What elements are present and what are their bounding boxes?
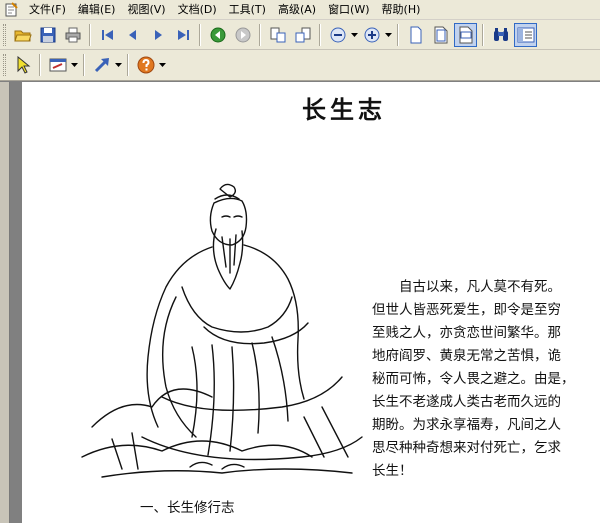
zoom-in-dropdown[interactable] xyxy=(384,23,393,47)
go-forward-button[interactable] xyxy=(231,23,254,47)
body-line: 地府阎罗、黄泉无常之苦惧，诡 xyxy=(372,348,561,364)
zoom-in-icon xyxy=(364,27,379,42)
next-page-button[interactable] xyxy=(146,23,169,47)
go-back-button[interactable] xyxy=(206,23,229,47)
single-page-icon xyxy=(410,26,421,43)
body-line: 但世人皆恶死爱生，即令是至穷 xyxy=(372,302,561,318)
toolbar-separator xyxy=(482,23,484,46)
section-heading: 一、长生修行志 xyxy=(140,500,235,516)
toolbar-separator xyxy=(259,23,261,46)
rotate-counterclockwise-button[interactable] xyxy=(291,23,314,47)
menu-edit[interactable]: 编辑(E) xyxy=(72,0,122,20)
zoom-out-button[interactable] xyxy=(326,23,349,47)
fit-width-icon xyxy=(459,26,472,43)
open-button[interactable] xyxy=(11,23,34,47)
rotate-counterclockwise-icon xyxy=(295,27,310,42)
annotation-dropdown[interactable] xyxy=(70,53,79,77)
menu-file[interactable]: 文件(F) xyxy=(23,0,72,20)
annotation-tool-button[interactable] xyxy=(46,53,69,77)
fit-page-icon xyxy=(434,26,447,43)
document-viewport[interactable]: 长生志 自古以来，凡人莫不有死。 但世人皆恶死爱生，即令是至穷 至贱之人，亦贪恋… xyxy=(0,82,600,523)
menu-bar: 文件(F) 编辑(E) 视图(V) 文档(D) 工具(T) 高级(A) 窗口(W… xyxy=(0,0,600,20)
toolbar-separator xyxy=(319,23,321,46)
print-button[interactable] xyxy=(61,23,84,47)
menu-window[interactable]: 窗口(W) xyxy=(322,0,375,20)
toolbar-separator xyxy=(127,54,129,76)
app-document-icon xyxy=(3,1,19,18)
fit-width-button[interactable] xyxy=(454,22,477,47)
previous-page-icon xyxy=(128,29,136,40)
zoom-out-dropdown[interactable] xyxy=(350,23,359,47)
link-arrow-icon xyxy=(94,58,109,73)
last-page-icon xyxy=(177,29,189,40)
menu-tools[interactable]: 工具(T) xyxy=(223,0,272,20)
next-page-icon xyxy=(154,29,162,40)
toolbar-separator xyxy=(397,23,399,46)
binoculars-icon xyxy=(493,27,508,41)
find-button[interactable] xyxy=(489,23,512,47)
menu-document[interactable]: 文档(D) xyxy=(172,0,223,20)
toolbar-separator xyxy=(89,23,91,46)
rotate-clockwise-icon xyxy=(270,27,285,42)
link-tool-button[interactable] xyxy=(90,53,113,77)
menu-advanced[interactable]: 高级(A) xyxy=(272,0,322,20)
help-button[interactable] xyxy=(134,53,157,77)
single-page-button[interactable] xyxy=(404,23,427,47)
menu-help[interactable]: 帮助(H) xyxy=(376,0,427,20)
zoom-in-button[interactable] xyxy=(360,23,383,47)
sage-illustration xyxy=(81,183,363,478)
help-icon xyxy=(137,56,154,74)
body-line: 至贱之人，亦贪恋世间繁华。那 xyxy=(372,325,561,341)
toolbar-grip[interactable] xyxy=(3,54,6,76)
toolbar-separator xyxy=(39,54,41,76)
select-arrow-icon xyxy=(17,56,30,74)
first-page-button[interactable] xyxy=(96,23,119,47)
folder-open-icon xyxy=(13,30,32,41)
document-page: 长生志 自古以来，凡人莫不有死。 但世人皆恶死爱生，即令是至穷 至贱之人，亦贪恋… xyxy=(22,82,600,523)
link-dropdown[interactable] xyxy=(114,53,123,77)
go-forward-icon xyxy=(235,27,250,42)
body-line: 期盼。为求永享福寿，凡间之人 xyxy=(372,417,561,433)
select-tool-button[interactable] xyxy=(11,53,34,77)
toolbar-separator xyxy=(199,23,201,46)
rotate-clockwise-button[interactable] xyxy=(266,23,289,47)
print-icon xyxy=(65,27,80,42)
toolbar-grip[interactable] xyxy=(3,23,6,46)
secondary-toolbar xyxy=(0,50,600,81)
first-page-icon xyxy=(101,29,113,40)
main-toolbar xyxy=(0,20,600,50)
help-dropdown[interactable] xyxy=(158,53,167,77)
body-paragraph: 自古以来，凡人莫不有死。 但世人皆恶死爱生，即令是至穷 至贱之人，亦贪恋世间繁华… xyxy=(372,276,582,483)
body-line: 思尽种种奇想来对付死亡，乞求 xyxy=(372,440,561,456)
body-line: 自古以来，凡人莫不有死。 xyxy=(372,279,561,295)
previous-page-button[interactable] xyxy=(121,23,144,47)
body-line: 长生不老遂成人类古老而久远的 xyxy=(372,394,561,410)
last-page-button[interactable] xyxy=(171,23,194,47)
toolbar-separator xyxy=(83,54,85,76)
go-back-icon xyxy=(210,27,225,42)
save-button[interactable] xyxy=(36,23,59,47)
body-line: 秘而可怖，令人畏之避之。由是， xyxy=(372,371,575,387)
annotation-icon xyxy=(49,58,66,72)
thumbnails-icon xyxy=(517,27,534,42)
thumbnails-button[interactable] xyxy=(514,22,537,47)
zoom-out-icon xyxy=(330,27,345,42)
fit-page-button[interactable] xyxy=(429,23,452,47)
navigation-panel-edge[interactable] xyxy=(0,82,10,523)
page-title: 长生志 xyxy=(302,95,386,124)
body-line: 长生！ xyxy=(372,463,413,479)
menu-view[interactable]: 视图(V) xyxy=(121,0,171,20)
save-icon xyxy=(40,27,55,42)
